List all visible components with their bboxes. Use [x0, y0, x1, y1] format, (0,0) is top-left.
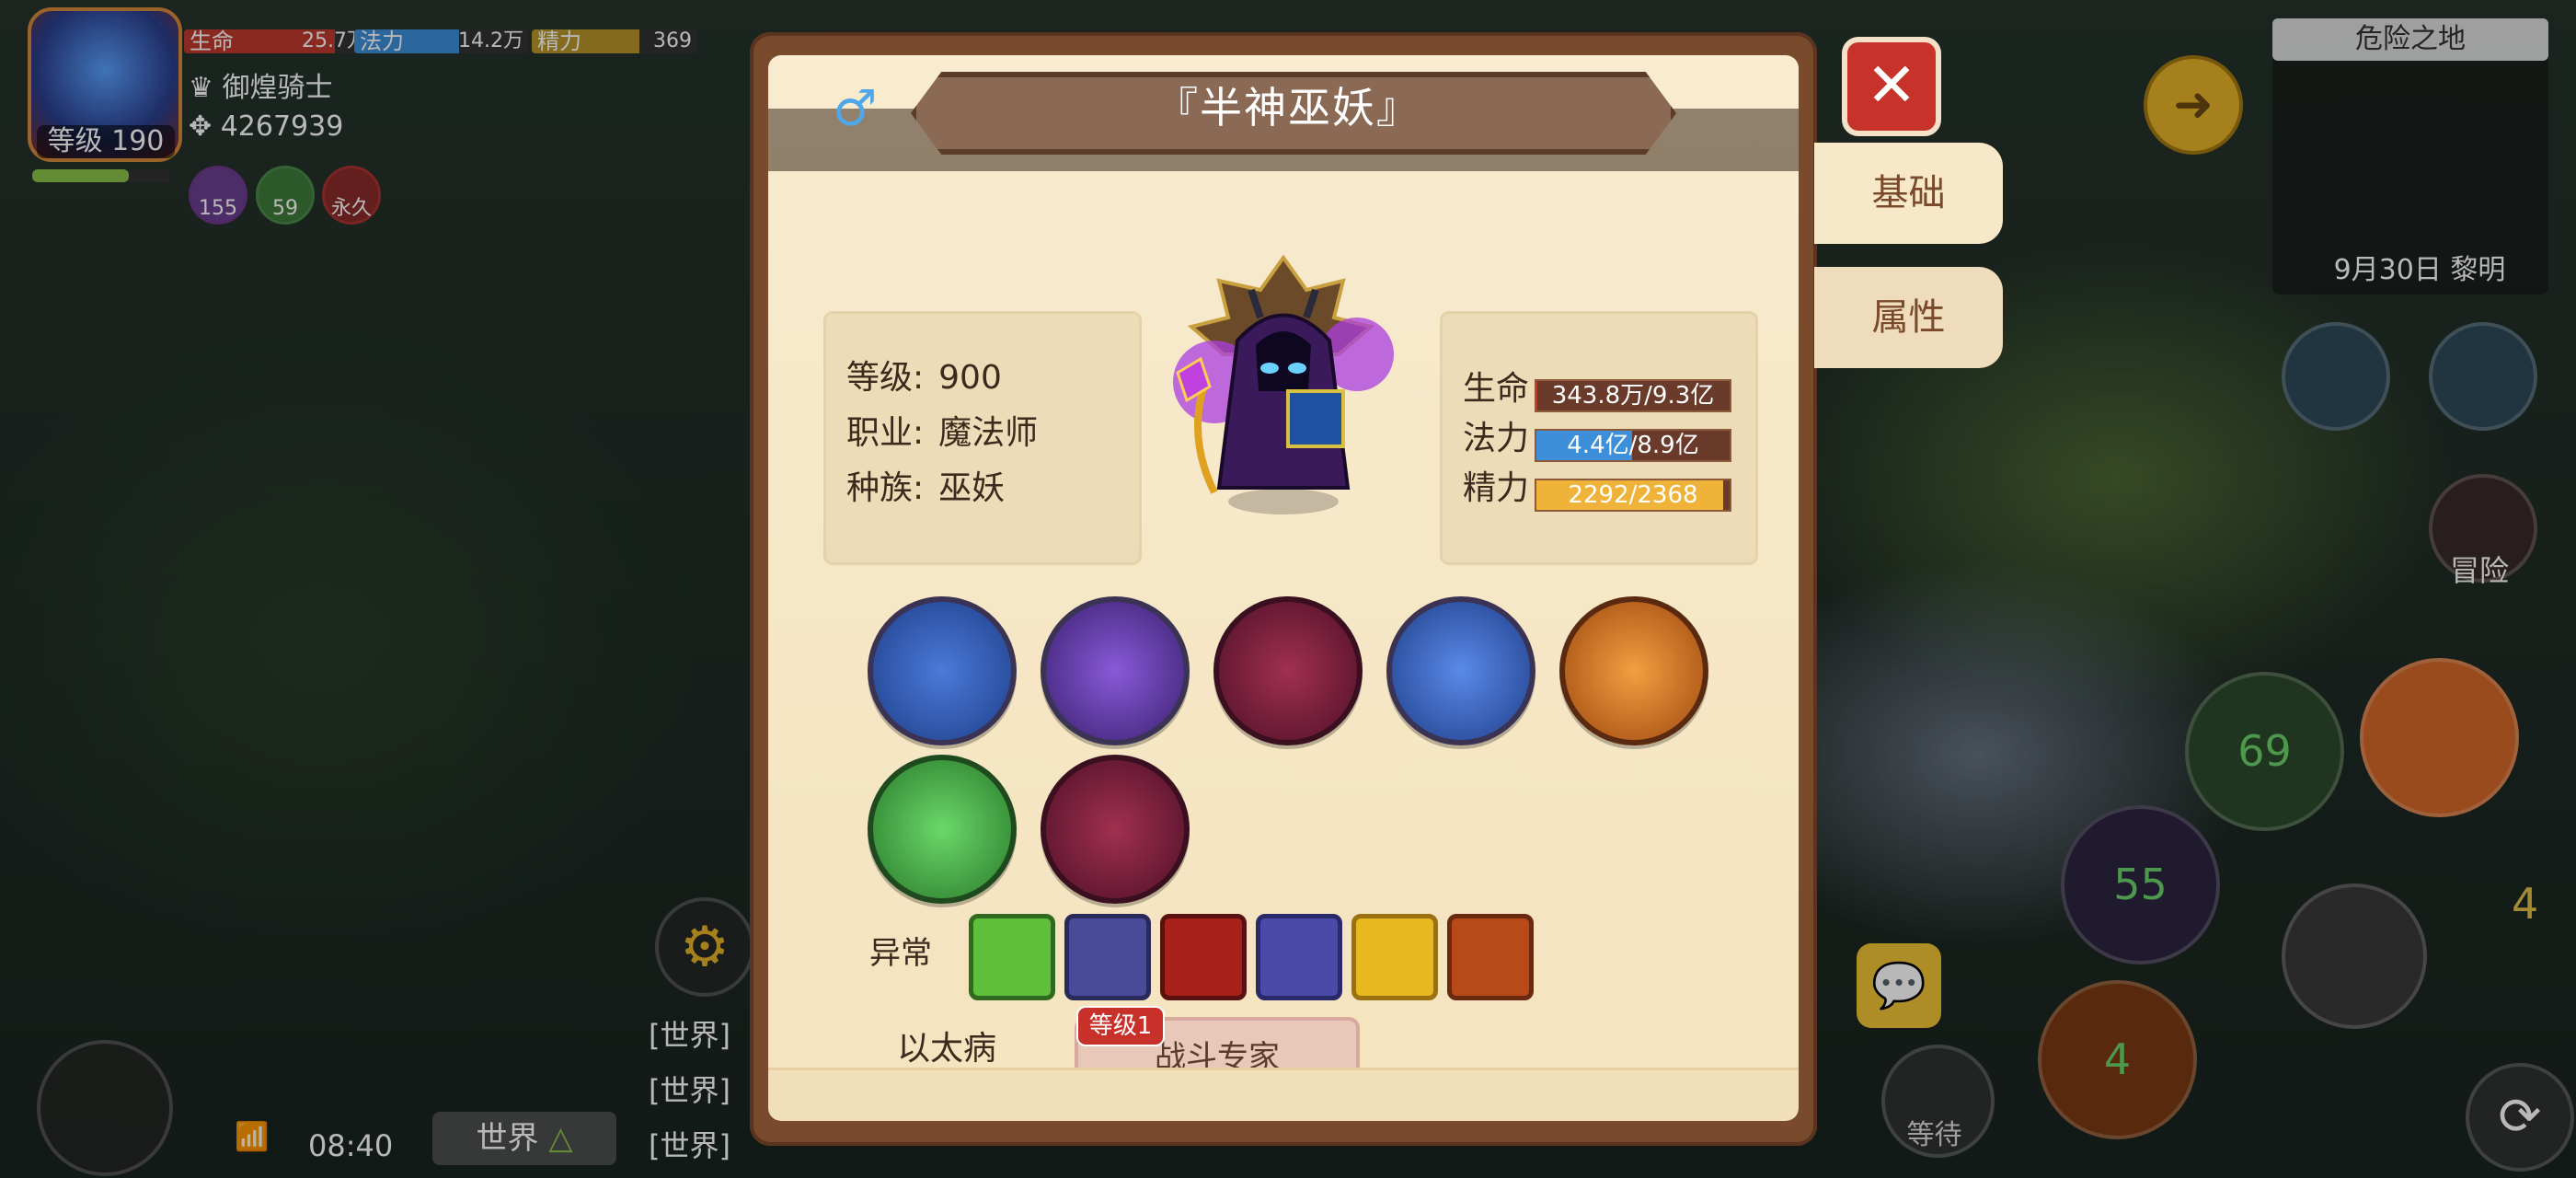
weak-figure-icon[interactable]	[1351, 914, 1438, 1000]
monster-name: 『半神巫妖』	[1156, 83, 1420, 133]
wing-icon[interactable]	[1386, 596, 1535, 745]
turtle-icon[interactable]	[868, 755, 1017, 904]
stat-mp-label: 法力	[1463, 420, 1530, 457]
card-level-tag: 等级1	[1076, 1006, 1165, 1046]
stat-sp: 精力 2292/2368	[1463, 464, 1755, 514]
sprint-icon[interactable]	[868, 596, 1017, 745]
stats-box: 生命 343.8万/9.3亿 法力 4.4亿/8.9亿 精力 2292/2368	[1440, 311, 1758, 565]
info-level: 等级: 900	[846, 351, 1139, 406]
abnormal-label: 异常	[869, 935, 932, 972]
basic-info-box: 等级: 900 职业: 魔法师 种族: 巫妖	[823, 311, 1142, 565]
gate-sigil-icon[interactable]	[1041, 755, 1190, 904]
close-button[interactable]: ✕	[1842, 37, 1941, 136]
info-race: 种族: 巫妖	[846, 461, 1139, 516]
stat-sp-value: 2292/2368	[1568, 480, 1698, 509]
lich-portrait	[1173, 254, 1394, 514]
stat-hp-label: 生命	[1463, 370, 1530, 408]
info-race-label: 种族:	[846, 469, 925, 507]
male-gender-icon: ♂	[833, 79, 878, 137]
info-class: 职业: 魔法师	[846, 406, 1139, 461]
info-level-value: 900	[938, 359, 1002, 397]
bleed-icon[interactable]	[1160, 914, 1247, 1000]
blind-mask-icon[interactable]	[1064, 914, 1151, 1000]
stat-mp-bar: 4.4亿/8.9亿	[1535, 428, 1731, 462]
demon-face-icon[interactable]	[1559, 596, 1708, 745]
ether-disease-label: 以太病	[897, 1030, 997, 1068]
tab-attributes[interactable]: 属性	[1814, 267, 2003, 368]
stat-mp-value: 4.4亿/8.9亿	[1567, 431, 1699, 459]
stat-sp-bar: 2292/2368	[1535, 478, 1731, 512]
stat-sp-label: 精力	[1463, 469, 1530, 507]
tab-basic[interactable]: 基础	[1814, 143, 2003, 244]
claw-slash-icon[interactable]	[1213, 596, 1363, 745]
storm-icon[interactable]	[1256, 914, 1342, 1000]
stat-hp: 生命 343.8万/9.3亿	[1463, 364, 1755, 414]
poison-cloud-icon[interactable]	[969, 914, 1055, 1000]
fishbone-icon[interactable]	[1447, 914, 1534, 1000]
stat-mp: 法力 4.4亿/8.9亿	[1463, 414, 1755, 464]
info-race-value: 巫妖	[938, 469, 1006, 507]
info-class-value: 魔法师	[938, 414, 1039, 452]
triple-slash-icon[interactable]	[1041, 596, 1190, 745]
stat-hp-value: 343.8万/9.3亿	[1551, 381, 1715, 410]
stat-hp-bar: 343.8万/9.3亿	[1535, 378, 1731, 412]
tab-attributes-label: 属性	[1871, 296, 1946, 339]
tab-basic-label: 基础	[1871, 172, 1946, 214]
info-level-label: 等级:	[846, 359, 925, 397]
info-class-label: 职业:	[846, 414, 925, 452]
dialog-footer	[768, 1068, 1799, 1121]
